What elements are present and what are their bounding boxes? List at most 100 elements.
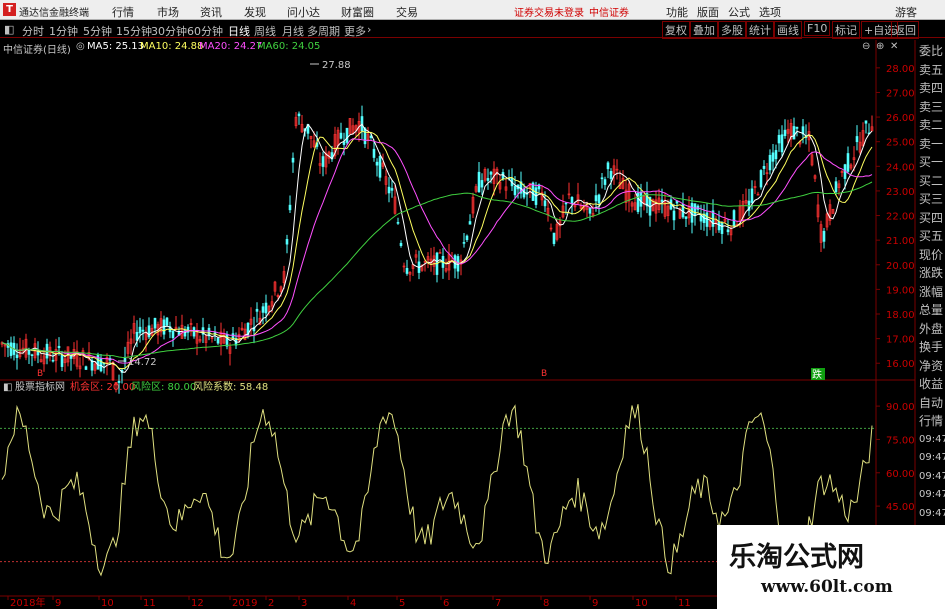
time-tick-label: 10 [101, 598, 114, 609]
price-tick-label: 22.00 [886, 212, 915, 223]
candle-body [255, 308, 259, 312]
candle-body [660, 199, 664, 202]
candle-body [378, 156, 382, 178]
candle-body [477, 171, 481, 193]
candle-body [606, 162, 610, 170]
price-tick-label: 20.00 [886, 261, 915, 272]
candle-body [864, 120, 868, 124]
kline-chart[interactable]: 28.00 27.00 26.00 25.00 24.00 23.00 22.00 21.00… [0, 0, 945, 609]
quote-panel-item: 卖四 [919, 81, 944, 95]
indicator-tick-label: 45.00 [886, 502, 915, 513]
candle-body [777, 134, 781, 144]
candle-body [597, 194, 601, 204]
quote-panel-item: 09:47 [919, 507, 945, 519]
watermark: 乐淘公式网 www.60lt.com [717, 525, 945, 609]
candle-body [795, 126, 799, 129]
indicator-risk-zone: 风险区: 80.00 [131, 380, 196, 393]
price-tick-label: 23.00 [886, 187, 915, 198]
candle-body [30, 354, 34, 357]
quote-panel-item: 卖二 [919, 118, 944, 132]
ma20-line [1, 138, 873, 364]
candle-body [768, 154, 772, 171]
candle-body [27, 349, 31, 355]
candle-body [339, 132, 343, 139]
candle-body [192, 327, 196, 337]
quote-panel-item: 卖一 [919, 136, 944, 151]
candle-body [717, 221, 721, 231]
candle-body [264, 302, 268, 314]
candle-body [465, 235, 469, 241]
candle-body [564, 202, 568, 205]
candle-body [375, 161, 379, 166]
indicator-buy-zone: 机会区: 20.00 [70, 380, 135, 393]
price-tick-label: 26.00 [886, 113, 915, 124]
candle-body [489, 171, 493, 175]
price-tick-label: 17.00 [886, 335, 915, 346]
time-tick-label: 11 [143, 598, 156, 609]
quote-panel-item: 09:47 [919, 470, 945, 482]
indicator-settings-icon[interactable]: ◧ [3, 382, 12, 393]
quote-panel-item: 自动 [919, 395, 944, 410]
candle-body [609, 171, 613, 179]
candle-body [60, 354, 64, 367]
time-tick-label: 11 [678, 598, 691, 609]
time-tick-label: 5 [399, 598, 405, 609]
candle-body [399, 242, 403, 246]
price-tick-label: 16.00 [886, 359, 915, 370]
candle-body [732, 210, 736, 227]
candle-body [216, 337, 220, 344]
candle-body [390, 188, 394, 191]
candle-body [522, 188, 526, 198]
candle-body [603, 179, 607, 185]
candle-body [570, 197, 574, 205]
candle-body [51, 359, 55, 362]
candle-body [771, 152, 775, 162]
time-tick-label: 10 [635, 598, 648, 609]
candle-body [288, 204, 292, 211]
indicator-coef: 风险系数: 58.48 [193, 380, 268, 393]
time-tick-label: 2 [268, 598, 274, 609]
indicator-tick-label: 90.00 [886, 402, 915, 413]
time-tick-label: 8 [543, 598, 549, 609]
quote-panel-item: 买一 [919, 155, 944, 169]
candle-body [462, 242, 466, 244]
candle-body [84, 366, 88, 370]
indicator-name[interactable]: 股票指标网 [15, 380, 65, 393]
candle-body [480, 180, 484, 188]
quote-panel-item: 总量 [919, 303, 944, 317]
candle-body [792, 126, 796, 140]
candle-body [834, 181, 838, 193]
quote-panel-item: 卖三 [919, 99, 944, 114]
candle-body [372, 148, 376, 158]
quote-panel: 委比 卖五 卖四 卖三 卖二 卖一 买一 买二 买三 买四 买五 现价 涨跌 涨幅 总量 外盘 换手 净资 收益 自动… [917, 42, 945, 609]
ma10-line [1, 130, 873, 370]
candle-body [9, 342, 13, 356]
candle-body [387, 186, 391, 194]
sell-marker: 跌 [812, 368, 822, 381]
time-tick-label: 3 [301, 598, 307, 609]
quote-panel-item: 09:47 [919, 433, 945, 445]
quote-panel-item: 买三 [919, 192, 944, 206]
quote-panel-item: 换手 [919, 340, 944, 354]
time-tick-label: 12 [191, 598, 204, 609]
candle-body [759, 170, 763, 188]
candle-body [57, 345, 61, 349]
candle-body [261, 306, 265, 313]
price-tick-label: 24.00 [886, 162, 915, 173]
candle-body [171, 330, 175, 339]
time-tick-label: 2018年 [10, 596, 45, 609]
price-tick-label: 19.00 [886, 285, 915, 296]
candle-body [780, 134, 784, 153]
candle-body [594, 195, 598, 202]
candle-body [291, 157, 295, 163]
time-tick-label: 9 [55, 598, 61, 609]
candle-body [285, 239, 289, 245]
quote-panel-item: 收益 [919, 377, 944, 391]
indicator-tick-label: 60.00 [886, 469, 915, 480]
price-tick-label: 25.00 [886, 138, 915, 149]
candle-body [138, 326, 142, 334]
quote-panel-item: 净资 [919, 358, 944, 373]
candle-body [693, 203, 697, 216]
price-tick-label: 21.00 [886, 236, 915, 247]
buy-marker-mid: B [541, 369, 547, 379]
